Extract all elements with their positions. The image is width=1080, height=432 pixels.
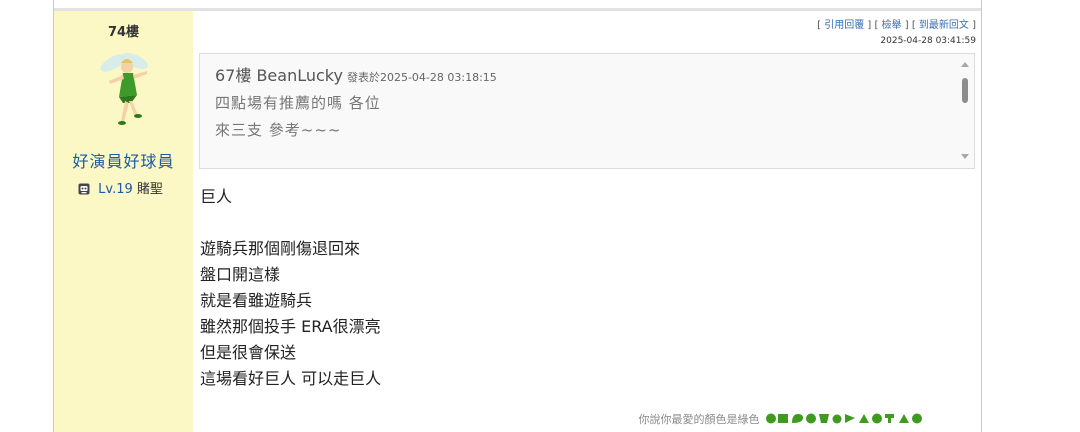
- author-level: Lv.19 賭聖: [78, 178, 163, 197]
- quote-content: 67樓 BeanLucky 發表於2025-04-28 03:18:15 四點場有…: [215, 64, 944, 144]
- body-line: 盤口開這樣: [200, 265, 281, 284]
- author-sidebar: 74樓 好演員好球員 Lv.19 賭聖: [54, 11, 193, 432]
- quote-header: 67樓 BeanLucky 發表於2025-04-28 03:18:15: [215, 64, 944, 90]
- body-line: 巨人: [200, 187, 233, 206]
- body-line: 遊騎兵那個剛傷退回來: [200, 239, 361, 258]
- body-line: 雖然那個投手 ERA很漂亮: [200, 317, 381, 336]
- quote-box[interactable]: 67樓 BeanLucky 發表於2025-04-28 03:18:15 四點場有…: [199, 53, 975, 169]
- author-nickname[interactable]: 好演員好球員: [54, 148, 193, 172]
- scroll-thumb[interactable]: [962, 78, 968, 103]
- post-body: 巨人 遊騎兵那個剛傷退回來 盤口開這樣 就是看雖遊騎兵 雖然那個投手 ERA很漂…: [200, 184, 960, 392]
- floor-number: 74樓: [107, 25, 140, 40]
- forum-post: 74樓 好演員好球員 Lv.19 賭聖 [引用回覆] [檢舉] [到最…: [53, 0, 982, 432]
- signature: 你說你最愛的顏色是綠色: [639, 411, 976, 427]
- quote-reply-link[interactable]: 引用回覆: [824, 20, 864, 31]
- top-divider: [54, 8, 981, 11]
- quote-scrollbar[interactable]: [957, 54, 974, 168]
- body-line: 但是很會保送: [200, 343, 297, 362]
- fairy-avatar-icon: [100, 52, 148, 125]
- green-emoji-icons: [766, 413, 922, 424]
- gamepad-badge-icon: [78, 183, 90, 195]
- post-timestamp: 2025-04-28 03:41:59: [880, 36, 976, 46]
- signature-text: 你說你最愛的顏色是綠色: [638, 413, 760, 426]
- quote-meta: 發表於2025-04-28 03:18:15: [346, 71, 497, 84]
- latest-reply-link[interactable]: 到最新回文: [919, 20, 969, 31]
- scroll-up-icon[interactable]: [961, 62, 969, 67]
- avatar[interactable]: [91, 45, 155, 131]
- quote-line: 來三支 參考~~~: [215, 121, 342, 139]
- body-line: 這場看好巨人 可以走巨人: [200, 369, 382, 388]
- quote-author: 67樓 BeanLucky: [215, 66, 343, 85]
- body-line: 就是看雖遊騎兵: [200, 291, 313, 310]
- scroll-down-icon[interactable]: [961, 154, 969, 159]
- quote-line: 四點場有推薦的嗎 各位: [215, 94, 381, 112]
- report-link[interactable]: 檢舉: [882, 20, 902, 31]
- level-title: 賭聖: [136, 182, 163, 197]
- post-actions: [ 引用回覆 ] [ 檢舉 ] [ 到最新回文 ]: [817, 20, 976, 31]
- level-value: Lv.19: [98, 182, 133, 197]
